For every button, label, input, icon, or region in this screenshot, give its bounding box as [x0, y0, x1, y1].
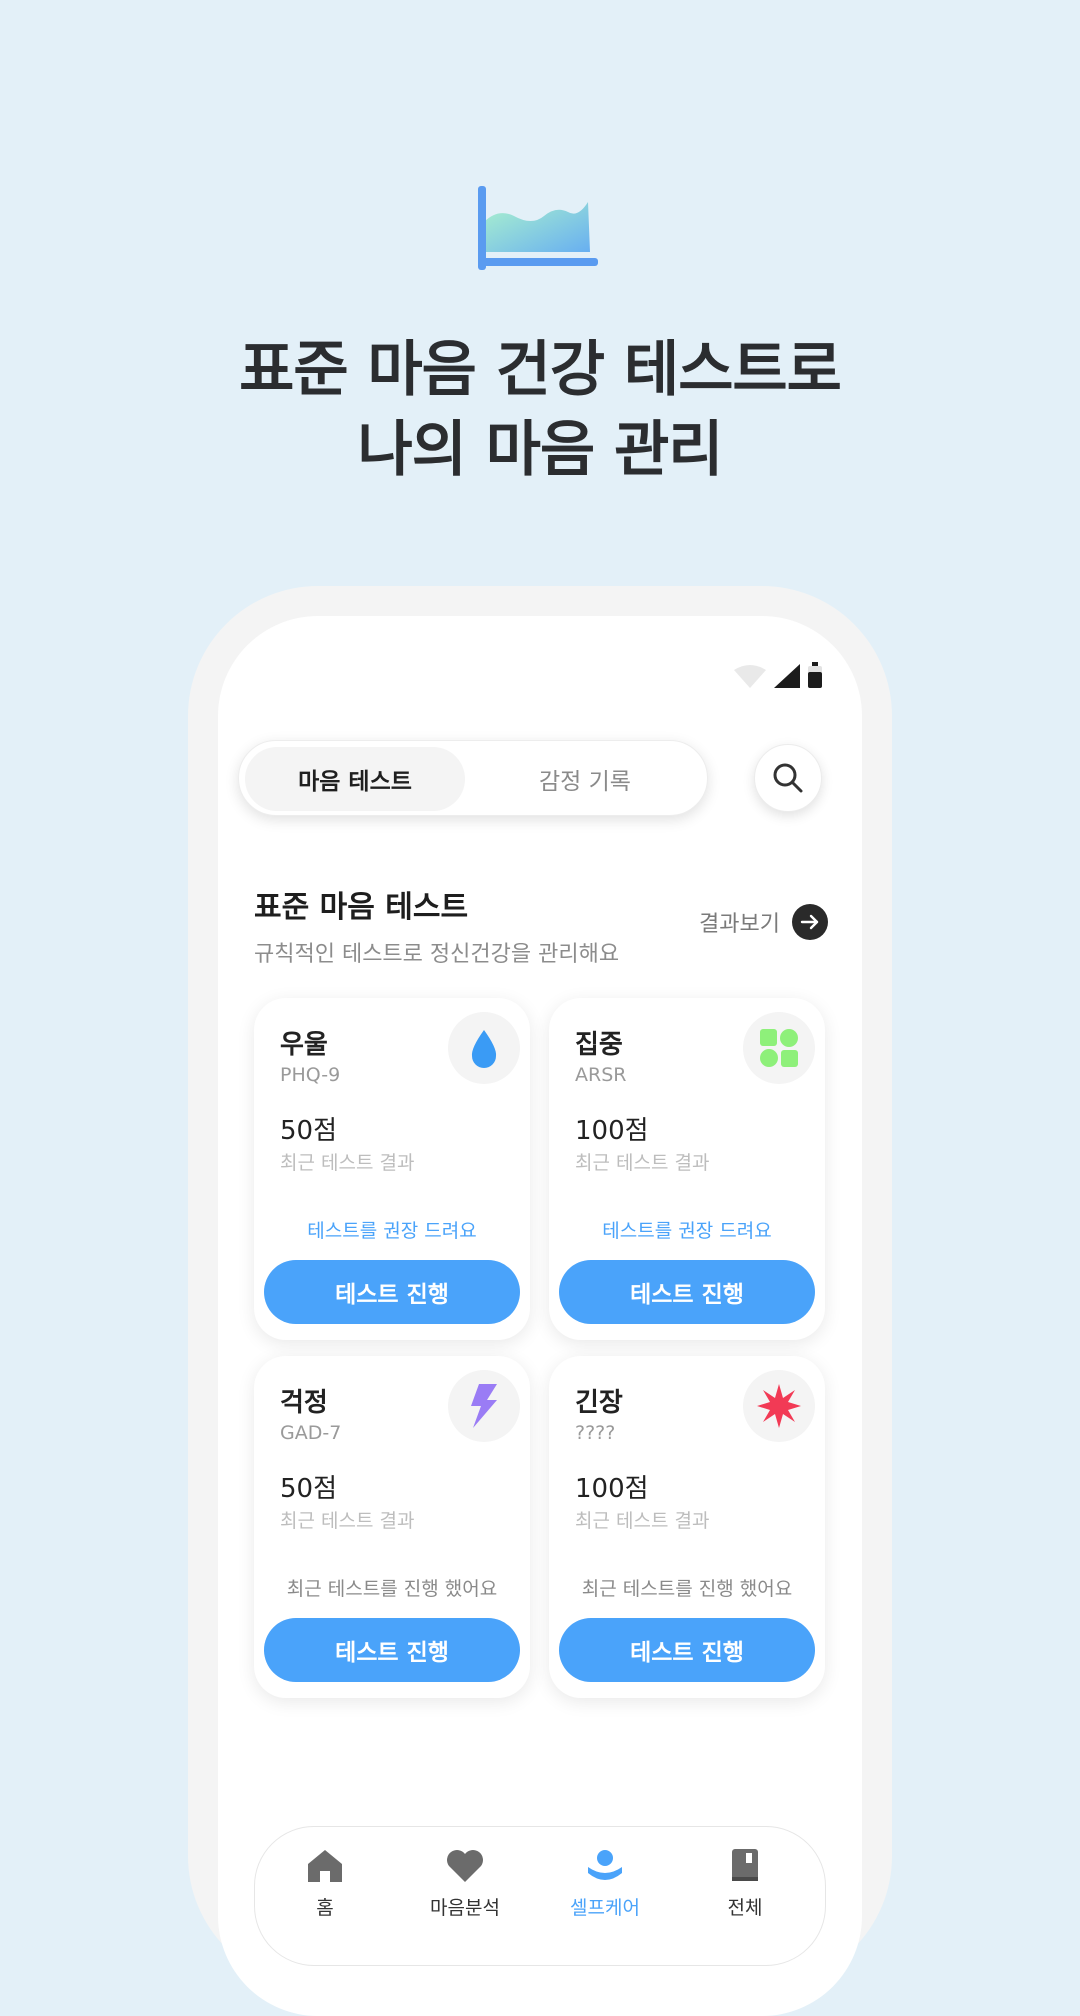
selfcare-icon	[588, 1850, 622, 1880]
card-name: 걱정	[280, 1388, 328, 1418]
home-icon	[308, 1850, 342, 1882]
card-message: 최근 테스트를 진행 했어요	[286, 1578, 498, 1600]
card-icon-badge	[743, 1012, 815, 1084]
nav-mind-analysis[interactable]: 마음분석	[395, 1849, 535, 1920]
shapes-icon	[760, 1029, 798, 1067]
nav-all[interactable]: 전체	[675, 1849, 815, 1920]
heart-icon	[447, 1850, 483, 1882]
card-code: PHQ-9	[280, 1064, 341, 1086]
bottom-navigation: 홈 마음분석 셀프케어 전체	[254, 1826, 826, 1966]
card-message: 최근 테스트를 진행 했어요	[581, 1578, 793, 1600]
test-card-anxiety: 걱정 GAD-7 50점 최근 테스트 결과 최근 테스트를 진행 했어요 테스…	[254, 1356, 530, 1698]
section-title: 표준 마음 테스트	[254, 890, 469, 925]
card-code: ARSR	[575, 1064, 627, 1086]
card-message: 테스트를 권장 드려요	[602, 1220, 772, 1242]
hero-title-line2: 나의 마음 관리	[357, 415, 724, 485]
card-score-label: 최근 테스트 결과	[575, 1152, 710, 1174]
test-card-depression: 우울 PHQ-9 50점 최근 테스트 결과 테스트를 권장 드려요 테스트 진…	[254, 998, 530, 1340]
battery-icon	[808, 662, 822, 688]
tab-emotion-log[interactable]: 감정 기록	[475, 747, 695, 811]
search-icon	[773, 763, 803, 793]
section-subtitle: 규칙적인 테스트로 정신건강을 관리해요	[254, 942, 620, 967]
card-code: GAD-7	[280, 1422, 342, 1444]
hero-title: 표준 마음 건강 테스트로 나의 마음 관리	[0, 330, 1080, 490]
test-card-tension: 긴장 ???? 100점 최근 테스트 결과 최근 테스트를 진행 했어요 테스…	[549, 1356, 825, 1698]
nav-self-care[interactable]: 셀프케어	[535, 1849, 675, 1920]
card-name: 집중	[575, 1030, 623, 1060]
card-icon-badge	[448, 1012, 520, 1084]
view-results-label: 결과보기	[699, 912, 780, 937]
nav-home-label: 홈	[316, 1897, 334, 1919]
segmented-tabs: 마음 테스트 감정 기록	[238, 740, 708, 816]
tab-mind-test[interactable]: 마음 테스트	[245, 747, 465, 811]
signal-icon	[774, 664, 800, 688]
nav-self-care-label: 셀프케어	[570, 1897, 640, 1919]
card-name: 우울	[280, 1030, 328, 1060]
arrow-right-icon	[792, 904, 828, 940]
nav-mind-analysis-label: 마음분석	[430, 1897, 500, 1919]
view-results-link[interactable]: 결과보기	[699, 904, 828, 940]
lightning-icon	[471, 1384, 497, 1428]
card-score: 100점	[575, 1474, 649, 1504]
card-score-label: 최근 테스트 결과	[280, 1152, 415, 1174]
card-score: 50점	[280, 1474, 338, 1504]
test-card-focus: 집중 ARSR 100점 최근 테스트 결과 테스트를 권장 드려요 테스트 진…	[549, 998, 825, 1340]
hero-title-line1: 표준 마음 건강 테스트로	[239, 335, 842, 405]
nav-all-label: 전체	[727, 1897, 763, 1919]
start-test-button[interactable]: 테스트 진행	[264, 1618, 520, 1682]
start-test-button[interactable]: 테스트 진행	[559, 1260, 815, 1324]
chart-logo-icon	[478, 186, 598, 270]
search-button[interactable]	[754, 744, 822, 812]
card-name: 긴장	[575, 1388, 623, 1418]
burst-icon	[757, 1384, 801, 1428]
card-icon-badge	[743, 1370, 815, 1442]
status-bar	[734, 662, 822, 688]
start-test-button[interactable]: 테스트 진행	[559, 1618, 815, 1682]
card-score-label: 최근 테스트 결과	[575, 1510, 710, 1532]
water-drop-icon	[471, 1030, 497, 1068]
card-score-label: 최근 테스트 결과	[280, 1510, 415, 1532]
nav-home[interactable]: 홈	[255, 1849, 395, 1920]
card-score: 50점	[280, 1116, 338, 1146]
book-icon	[732, 1849, 758, 1881]
start-test-button[interactable]: 테스트 진행	[264, 1260, 520, 1324]
card-message: 테스트를 권장 드려요	[307, 1220, 477, 1242]
phone-screen: 마음 테스트 감정 기록 표준 마음 테스트 규칙적인 테스트로 정신건강을 관…	[218, 616, 862, 2016]
card-score: 100점	[575, 1116, 649, 1146]
wifi-icon	[734, 665, 766, 688]
card-icon-badge	[448, 1370, 520, 1442]
card-code: ????	[575, 1422, 616, 1444]
